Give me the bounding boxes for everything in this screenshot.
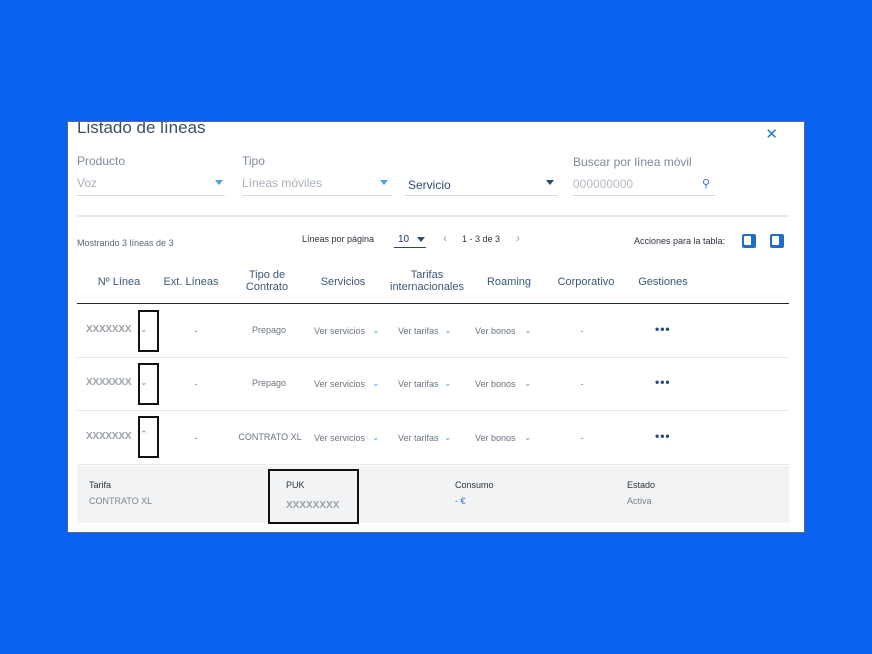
- table-row: XXXXXXX ⌄ - Prepago Ver servicios ⌄ Ver …: [77, 304, 789, 358]
- column-header: Ext. Líneas: [163, 276, 219, 288]
- chevron-down-icon[interactable]: ⌄: [372, 325, 380, 336]
- ver-servicios-dropdown[interactable]: Ver servicios: [314, 433, 365, 443]
- ver-servicios-dropdown[interactable]: Ver servicios: [314, 379, 365, 389]
- chevron-down-icon[interactable]: ⌄: [524, 432, 532, 443]
- corporativo: -: [580, 326, 584, 336]
- column-header: Nº Línea: [97, 276, 141, 288]
- search-icon[interactable]: ⚲: [702, 177, 710, 190]
- detail-puk-value: XXXXXXXX: [286, 500, 340, 511]
- chevron-down-icon[interactable]: [417, 237, 425, 242]
- highlight-box: [138, 310, 159, 352]
- column-header: Tarifas internacionales: [390, 269, 464, 293]
- line-number: XXXXXXX: [86, 324, 132, 335]
- filter-servicio-underline: [405, 195, 558, 196]
- detail-consumo-label: Consumo: [455, 480, 494, 490]
- column-header: Corporativo: [557, 276, 615, 288]
- ver-bonos-dropdown[interactable]: Ver bonos: [475, 326, 516, 336]
- ver-bonos-dropdown[interactable]: Ver bonos: [475, 379, 516, 389]
- column-header: Roaming: [486, 276, 532, 288]
- chevron-down-icon[interactable]: ⌄: [444, 378, 452, 389]
- tipo-contrato: Prepago: [251, 325, 287, 335]
- filter-tipo-underline: [242, 195, 392, 196]
- ext-lineas: -: [194, 326, 198, 336]
- chevron-down-icon[interactable]: [546, 180, 554, 185]
- filter-producto-underline: [77, 195, 225, 196]
- filter-buscar-label: Buscar por línea móvil: [573, 155, 692, 169]
- ver-tarifas-dropdown[interactable]: Ver tarifas: [398, 326, 439, 336]
- table-row: XXXXXXX ⌃ - CONTRATO XL Ver servicios ⌄ …: [77, 411, 789, 465]
- ver-tarifas-dropdown[interactable]: Ver tarifas: [398, 379, 439, 389]
- lines-modal: Listado de líneas ✕ Producto Voz Tipo Lí…: [67, 121, 805, 533]
- filter-producto-label: Producto: [77, 154, 126, 168]
- modal-title: Listado de líneas: [77, 121, 206, 137]
- line-number: XXXXXXX: [86, 431, 132, 442]
- filter-tipo-label: Tipo: [242, 154, 265, 168]
- ver-bonos-dropdown[interactable]: Ver bonos: [475, 433, 516, 443]
- chevron-down-icon[interactable]: [215, 180, 223, 185]
- column-header: Gestiones: [638, 276, 688, 288]
- table-row: XXXXXXX ⌄ - Prepago Ver servicios ⌄ Ver …: [77, 357, 789, 411]
- chevron-down-icon[interactable]: ⌄: [444, 432, 452, 443]
- per-page-label: Líneas por página: [302, 234, 375, 244]
- chevron-down-icon[interactable]: ⌄: [524, 378, 532, 389]
- detail-tarifa-label: Tarifa: [89, 480, 112, 490]
- results-summary: Mostrando 3 líneas de 3: [77, 238, 174, 248]
- highlight-box: [268, 469, 359, 524]
- chevron-down-icon[interactable]: ⌄: [372, 432, 380, 443]
- filter-producto-value[interactable]: Voz: [77, 176, 97, 190]
- pager-range: 1 - 3 de 3: [462, 234, 501, 244]
- row-detail-panel: Tarifa CONTRATO XL PUK XXXXXXXX Consumo …: [77, 466, 789, 524]
- detail-consumo-value: - €: [455, 496, 466, 506]
- chevron-right-icon[interactable]: ›: [516, 231, 520, 245]
- chevron-down-icon[interactable]: ⌄: [372, 378, 380, 389]
- chevron-left-icon[interactable]: ‹: [443, 231, 447, 245]
- more-options-icon[interactable]: •••: [655, 375, 671, 389]
- detail-puk-label: PUK: [286, 480, 305, 490]
- filter-servicio-value[interactable]: Servicio: [408, 178, 451, 192]
- ver-tarifas-dropdown[interactable]: Ver tarifas: [398, 433, 439, 443]
- detail-tarifa-value: CONTRATO XL: [89, 496, 153, 506]
- table-header: Nº Línea Ext. Líneas Tipo de Contrato Se…: [77, 261, 789, 304]
- line-number: XXXXXXX: [86, 377, 132, 388]
- highlight-box: [138, 363, 159, 405]
- tipo-contrato: Prepago: [251, 378, 287, 388]
- close-icon[interactable]: ✕: [765, 125, 778, 143]
- search-input[interactable]: 000000000: [573, 177, 633, 191]
- more-options-icon[interactable]: •••: [655, 429, 671, 443]
- per-page-underline: [394, 247, 426, 248]
- section-divider: [77, 215, 789, 217]
- ext-lineas: -: [194, 379, 198, 389]
- chevron-down-icon[interactable]: ⌄: [444, 325, 452, 336]
- highlight-box: [138, 416, 159, 458]
- table-actions-label: Acciones para la tabla:: [634, 236, 726, 246]
- export-csv-icon[interactable]: [742, 234, 756, 248]
- detail-estado-label: Estado: [627, 480, 656, 490]
- search-underline: [573, 195, 715, 196]
- more-options-icon[interactable]: •••: [655, 322, 671, 336]
- corporativo: -: [580, 433, 584, 443]
- chevron-down-icon[interactable]: [380, 180, 388, 185]
- export-excel-icon[interactable]: [770, 234, 784, 248]
- per-page-select[interactable]: 10: [398, 234, 409, 245]
- ver-servicios-dropdown[interactable]: Ver servicios: [314, 326, 365, 336]
- tipo-contrato: CONTRATO XL: [238, 432, 302, 442]
- filter-tipo-value[interactable]: Líneas móviles: [242, 176, 322, 190]
- corporativo: -: [580, 379, 584, 389]
- ext-lineas: -: [194, 433, 198, 443]
- detail-estado-value: Activa: [627, 496, 652, 506]
- column-header: Tipo de Contrato: [245, 269, 289, 293]
- column-header: Servicios: [320, 276, 366, 288]
- chevron-down-icon[interactable]: ⌄: [524, 325, 532, 336]
